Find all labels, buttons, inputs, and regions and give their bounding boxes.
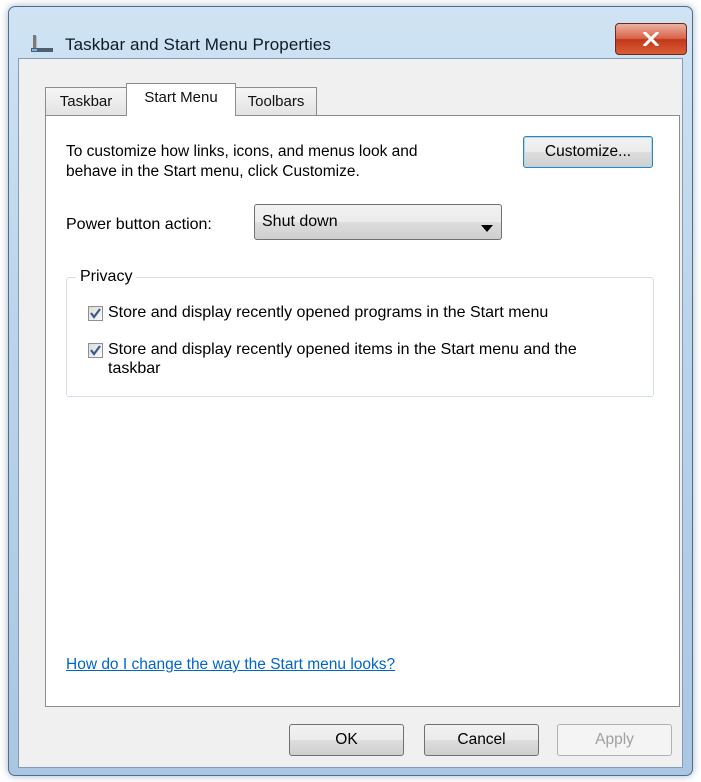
cancel-button-label: Cancel — [457, 731, 506, 748]
ok-button-label: OK — [335, 731, 358, 748]
cancel-button[interactable]: Cancel — [424, 724, 539, 756]
checkmark-icon — [90, 345, 101, 356]
title-bar[interactable]: Taskbar and Start Menu Properties — [9, 7, 692, 55]
description-line-1: To customize how links, icons, and menus… — [66, 143, 418, 160]
power-button-label: Power button action: — [66, 216, 212, 233]
ok-button[interactable]: OK — [289, 724, 404, 756]
tab-taskbar[interactable]: Taskbar — [45, 87, 127, 116]
power-button-dropdown[interactable]: Shut down — [254, 204, 502, 240]
tab-label: Toolbars — [247, 93, 305, 110]
checkmark-icon — [90, 308, 101, 319]
privacy-group-title: Privacy — [76, 267, 137, 287]
store-items-label-line-2[interactable]: taskbar — [108, 359, 160, 379]
apply-button[interactable]: Apply — [557, 724, 672, 756]
store-items-label-line-1[interactable]: Store and display recently opened items … — [108, 340, 577, 360]
privacy-group — [66, 277, 654, 397]
customize-button-label: Customize... — [544, 143, 632, 160]
customize-button[interactable]: Customize... — [523, 136, 653, 168]
store-programs-label[interactable]: Store and display recently opened progra… — [108, 303, 548, 323]
tab-toolbars[interactable]: Toolbars — [235, 87, 317, 116]
apply-button-label: Apply — [595, 731, 634, 748]
help-link[interactable]: How do I change the way the Start menu l… — [66, 656, 395, 674]
tab-label: Taskbar — [59, 93, 113, 110]
tab-label: Start Menu — [144, 89, 218, 106]
power-button-value: Shut down — [262, 213, 338, 230]
store-programs-checkbox[interactable] — [88, 306, 103, 321]
chevron-down-icon — [481, 219, 493, 237]
window-title: Taskbar and Start Menu Properties — [65, 35, 331, 54]
store-items-checkbox[interactable] — [88, 343, 103, 358]
close-button[interactable] — [615, 23, 687, 55]
tab-start-menu[interactable]: Start Menu — [126, 83, 236, 116]
close-icon — [643, 32, 659, 46]
description-line-2: behave in the Start menu, click Customiz… — [66, 163, 360, 180]
taskbar-properties-icon — [31, 33, 53, 53]
